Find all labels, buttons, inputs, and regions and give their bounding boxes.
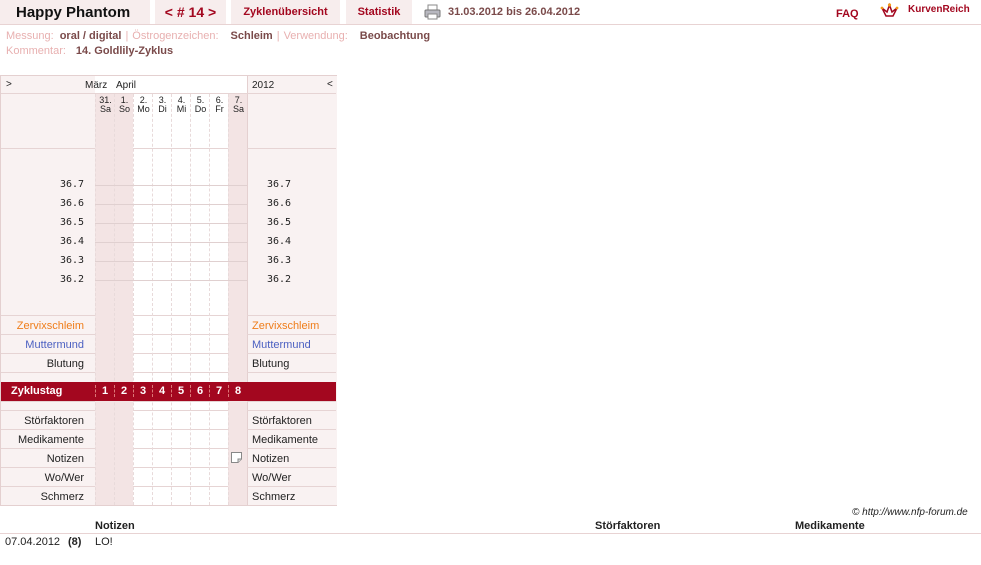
- temp-label-left: 36.2: [60, 274, 85, 285]
- usage-label: Verwendung:: [283, 30, 348, 42]
- row-label-os: Muttermund: [252, 339, 311, 351]
- year-label: 2012: [252, 80, 275, 91]
- measure-label: Messung:: [6, 30, 54, 42]
- table-divider: [0, 533, 981, 534]
- month-label: April: [116, 80, 137, 91]
- row-label-bleeding: Blutung: [46, 358, 84, 370]
- column-header-meds: Medikamente: [795, 520, 865, 532]
- cycle-day-number[interactable]: 2: [114, 385, 133, 397]
- row-label-os: Muttermund: [25, 339, 84, 351]
- tab-statistics[interactable]: Statistik: [346, 0, 412, 24]
- column-header-notes: Notizen: [95, 520, 135, 532]
- row-label-bleeding: Blutung: [252, 358, 290, 370]
- day-header: 5. Do: [194, 95, 207, 114]
- cycle-day-bar: Zyklustag 1 2 3 4 5 6 7 8: [1, 382, 336, 401]
- comment-info: Kommentar: 14. Goldlily-Zyklus: [6, 45, 177, 57]
- cycle-day-number[interactable]: 4: [152, 385, 171, 397]
- note-icon[interactable]: [231, 452, 242, 463]
- row-label-disturb: Störfaktoren: [252, 415, 312, 427]
- cycle-chart: > März April 2012 < 31. Sa 1. So 2. Mo 3. Di…: [0, 75, 337, 506]
- cycle-day-number[interactable]: 6: [190, 385, 209, 397]
- measure-info: Messung: oral / digital | Östrogenzeichen: S…: [6, 30, 431, 42]
- faq-link[interactable]: FAQ: [836, 8, 859, 20]
- cycle-day-number[interactable]: 3: [133, 385, 152, 397]
- row-label-where: Wo/Wer: [44, 472, 84, 484]
- date-range: 31.03.2012 bis 26.04.2012: [448, 6, 581, 18]
- temp-label-left: 36.4: [60, 236, 85, 247]
- row-label-meds: Medikamente: [252, 434, 319, 446]
- row-label-pain: Schmerz: [252, 491, 296, 503]
- row-label-cervix: Zervixschleim: [16, 320, 84, 332]
- column-header-disturb: Störfaktoren: [595, 520, 661, 532]
- day-column[interactable]: [228, 94, 247, 505]
- day-column[interactable]: [171, 94, 190, 505]
- row-label-meds: Medikamente: [17, 434, 84, 446]
- day-header: 4. Mi: [176, 95, 187, 114]
- row-label-pain: Schmerz: [40, 491, 84, 503]
- copyright-text: © http://www.nfp-forum.de: [852, 507, 968, 518]
- day-column[interactable]: [114, 94, 133, 505]
- chart-nav-right[interactable]: <: [327, 79, 333, 90]
- day-column[interactable]: [209, 94, 228, 505]
- day-header: 2. Mo: [137, 95, 150, 114]
- top-bar: Happy Phantom < # 14 > Zyklenübersicht S…: [0, 0, 981, 25]
- day-column[interactable]: [190, 94, 209, 505]
- temp-label-left: 36.5: [60, 217, 85, 228]
- usage-value: Beobachtung: [359, 30, 431, 42]
- row-label-notes: Notizen: [46, 453, 84, 465]
- temp-label-right: 36.3: [267, 255, 292, 266]
- comment-label: Kommentar:: [6, 45, 66, 57]
- temp-label-right: 36.2: [267, 274, 292, 285]
- cycle-day-number[interactable]: 7: [209, 385, 228, 397]
- note-text: LO!: [95, 536, 113, 548]
- brand-name: KurvenReich: [908, 4, 970, 15]
- day-column[interactable]: [152, 94, 171, 505]
- printer-icon[interactable]: [424, 4, 441, 20]
- user-name: Happy Phantom: [0, 0, 150, 24]
- day-column[interactable]: [133, 94, 152, 505]
- temp-label-right: 36.7: [267, 179, 292, 190]
- temp-label-left: 36.3: [60, 255, 85, 266]
- day-header: 7. Sa: [232, 95, 244, 114]
- cycle-day-number[interactable]: 1: [95, 385, 114, 397]
- cycle-navigator[interactable]: < # 14 >: [155, 0, 226, 24]
- temp-label-right: 36.6: [267, 198, 292, 209]
- month-label: März: [85, 80, 108, 91]
- day-column[interactable]: [95, 94, 114, 505]
- day-header: 3. Di: [158, 95, 167, 114]
- estrogen-label: Östrogenzeichen:: [132, 30, 219, 42]
- note-cycle-day: (8): [68, 536, 82, 548]
- row-label-disturb: Störfaktoren: [24, 415, 84, 427]
- estrogen-value: Schleim: [230, 30, 273, 42]
- cycle-day-number[interactable]: 8: [228, 385, 247, 397]
- row-label-notes: Notizen: [252, 453, 290, 465]
- temp-label-right: 36.5: [267, 217, 292, 228]
- row-label-cervix: Zervixschleim: [252, 320, 320, 332]
- day-header: 6. Fr: [215, 95, 224, 114]
- tab-cycle-overview[interactable]: Zyklenübersicht: [231, 0, 340, 24]
- row-label-cycleday: Zyklustag: [11, 385, 63, 397]
- temp-label-left: 36.6: [60, 198, 85, 209]
- temp-label-right: 36.4: [267, 236, 292, 247]
- note-date: 07.04.2012: [5, 536, 61, 548]
- day-header: 31. Sa: [99, 95, 112, 114]
- chart-nav-left[interactable]: >: [6, 79, 12, 90]
- comment-value: 14. Goldlily-Zyklus: [75, 45, 174, 57]
- cycle-day-number[interactable]: 5: [171, 385, 190, 397]
- day-header: 1. So: [118, 95, 130, 114]
- temp-label-left: 36.7: [60, 179, 85, 190]
- row-label-where: Wo/Wer: [252, 472, 292, 484]
- measure-value: oral / digital: [59, 30, 122, 42]
